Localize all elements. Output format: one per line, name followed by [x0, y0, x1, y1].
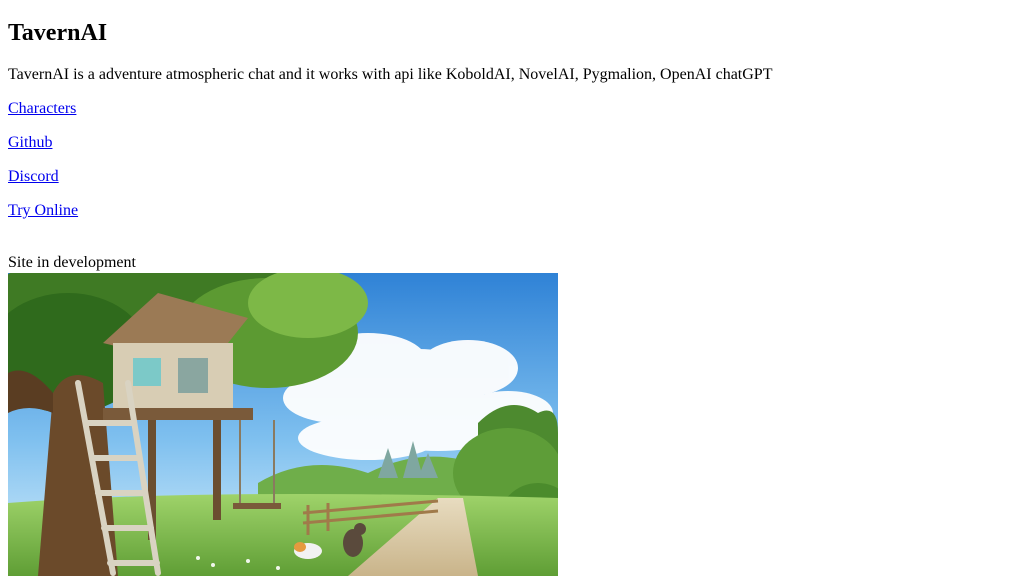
- link-discord[interactable]: Discord: [8, 168, 59, 186]
- hero-image: [8, 273, 558, 576]
- link-characters[interactable]: Characters: [8, 100, 76, 118]
- page-title: TavernAI: [8, 20, 108, 46]
- treehouse-illustration: [8, 273, 558, 576]
- intro-description: TavernAI is a adventure atmospheric chat…: [8, 66, 773, 83]
- status-text: Site in development: [8, 254, 136, 271]
- link-try-online[interactable]: Try Online: [8, 202, 78, 220]
- link-github[interactable]: Github: [8, 134, 52, 152]
